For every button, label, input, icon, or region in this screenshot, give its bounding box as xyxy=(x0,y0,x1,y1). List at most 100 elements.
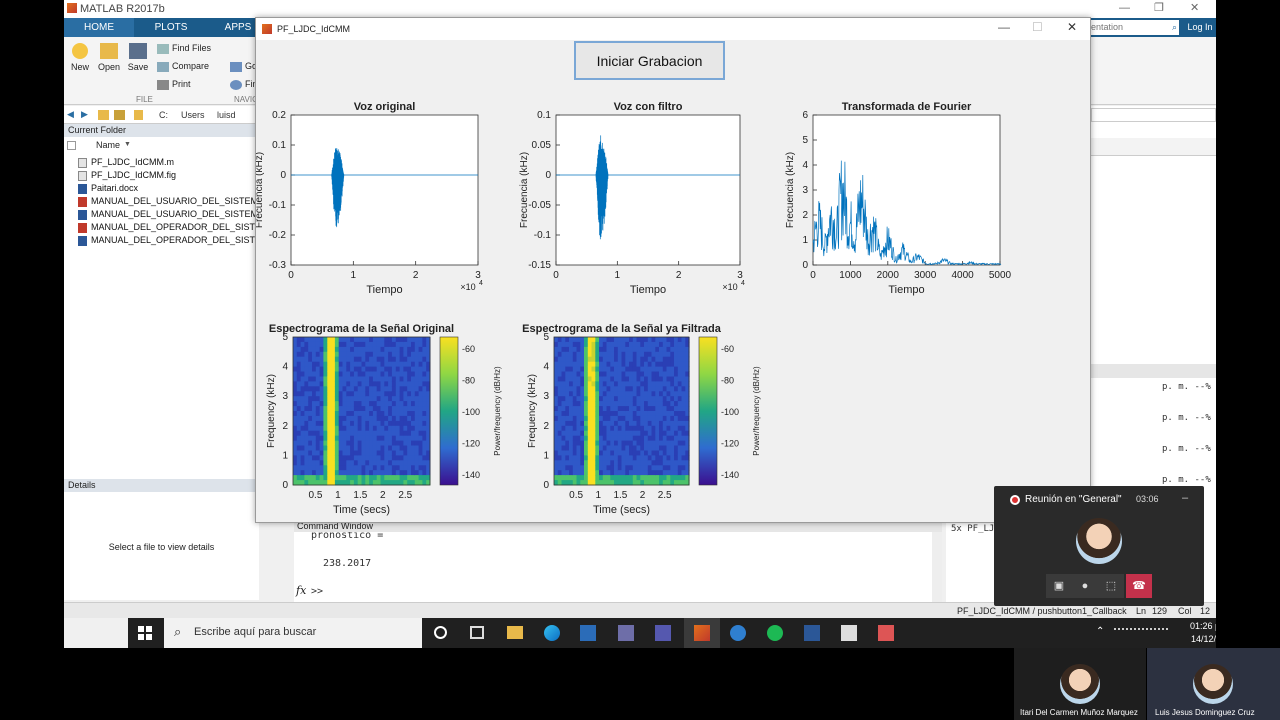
app-icon[interactable] xyxy=(878,625,894,641)
spectrogram-cell xyxy=(399,341,404,348)
command-window[interactable]: pronostico = 238.2017 fx >> xyxy=(294,520,942,602)
cmd-prompt[interactable]: >> xyxy=(311,586,323,597)
find-icon xyxy=(230,79,242,90)
camera-off-button[interactable]: ▣ xyxy=(1046,574,1072,598)
meeting-overlay[interactable]: Reunión en "General" 03:06 – ▣ ● ⬚ ☎ xyxy=(994,486,1204,606)
login-button[interactable]: Log In xyxy=(1184,18,1216,37)
file-item-docx[interactable]: Paitari.docx xyxy=(78,182,138,195)
spectrogram-cell xyxy=(614,445,619,451)
history-entry[interactable]: 5x PF_LJ xyxy=(951,524,994,534)
search-icon[interactable]: ⌕ xyxy=(1172,20,1177,35)
save-button[interactable]: Save xyxy=(127,43,149,72)
spectrogram-cell xyxy=(411,415,416,422)
tray-icons[interactable] xyxy=(1114,628,1168,638)
name-column-header[interactable]: Name xyxy=(96,140,120,150)
search-documentation-input[interactable]: entation ⌕ xyxy=(1089,20,1179,35)
spectrogram-cell xyxy=(414,386,420,392)
tab-plots[interactable]: PLOTS xyxy=(136,18,206,37)
workspace-dropdown-icon[interactable] xyxy=(1091,108,1216,122)
taskbar-time[interactable]: 01:26 p. m. xyxy=(1190,621,1216,631)
file-name: MANUAL_DEL_USUARIO_DEL_SISTEMA.d xyxy=(91,209,272,219)
app-icon[interactable] xyxy=(841,625,857,641)
spectrogram-cell xyxy=(407,470,412,476)
back-arrow-icon[interactable]: ◀ xyxy=(67,109,74,120)
spectrogram-cell xyxy=(315,430,321,437)
tray-chevron-icon[interactable]: ⌃ xyxy=(1096,626,1104,637)
spotify-icon[interactable] xyxy=(767,625,783,641)
browse-icon[interactable] xyxy=(114,110,125,120)
spectrogram-cell xyxy=(350,391,355,397)
edge-icon[interactable] xyxy=(544,625,560,641)
spectrogram-cell xyxy=(554,430,559,437)
spectrogram-cell xyxy=(308,346,313,353)
mic-button[interactable]: ● xyxy=(1072,574,1098,598)
close-icon[interactable]: ✕ xyxy=(1190,1,1199,14)
spectrogram-cell xyxy=(315,450,321,456)
path-users[interactable]: Users xyxy=(181,110,205,120)
app-icon[interactable] xyxy=(618,625,634,641)
tab-home[interactable]: HOME xyxy=(64,18,134,37)
maximize-icon[interactable]: ❐ xyxy=(1154,1,1164,14)
spectrogram-cell xyxy=(644,445,649,451)
spectrogram-cell xyxy=(308,351,313,358)
cortana-icon[interactable] xyxy=(434,626,447,639)
find-files-button[interactable]: Find Files xyxy=(157,41,211,55)
minimize-icon[interactable]: — xyxy=(998,20,1010,34)
close-icon[interactable]: ✕ xyxy=(1067,20,1077,34)
spectrogram-cell xyxy=(327,415,332,422)
select-all-checkbox[interactable] xyxy=(67,141,76,150)
minimize-icon[interactable]: — xyxy=(1119,2,1130,14)
app-icon[interactable] xyxy=(730,625,746,641)
file-item-pdf[interactable]: MANUAL_DEL_OPERADOR_DEL_SISTEMA xyxy=(78,221,275,234)
spectrogram-cell xyxy=(677,425,683,432)
taskbar-date[interactable]: 14/12/2020 xyxy=(1191,634,1216,644)
taskbar-search-box[interactable]: ⌕ Escribe aquí para buscar xyxy=(164,618,422,648)
file-item-m[interactable]: PF_LJDC_IdCMM.m xyxy=(78,156,174,169)
scrollbar[interactable] xyxy=(932,532,942,602)
spectrogram-cell xyxy=(414,391,420,397)
teams-icon[interactable] xyxy=(655,625,671,641)
app-icon[interactable] xyxy=(580,625,596,641)
task-view-icon[interactable] xyxy=(470,626,484,639)
maximize-icon[interactable]: ☐ xyxy=(1032,20,1043,34)
new-button[interactable]: New xyxy=(69,43,91,72)
spectrogram-cell xyxy=(599,435,604,442)
spectrogram-cell xyxy=(293,411,298,417)
spectrogram-cell xyxy=(388,460,393,466)
spectrogram-cell xyxy=(342,386,347,392)
file-item-fig[interactable]: PF_LJDC_IdCMM.fig xyxy=(78,169,176,182)
compare-button[interactable]: Compare xyxy=(157,59,209,73)
windows-start-icon[interactable] xyxy=(138,626,152,640)
figure-window: PF_LJDC_IdCMM — ☐ ✕ Iniciar Grabacion 0.… xyxy=(255,17,1091,523)
forward-arrow-icon[interactable]: ▶ xyxy=(81,109,88,120)
open-button[interactable]: Open xyxy=(98,43,120,72)
spectrogram-cell xyxy=(296,376,302,382)
file-item-doc[interactable]: MANUAL_DEL_OPERADOR_DEL_SISTEMA xyxy=(78,234,275,247)
spectrogram-cell xyxy=(602,440,608,446)
file-item-doc[interactable]: MANUAL_DEL_USUARIO_DEL_SISTEMA.d xyxy=(78,208,272,221)
spectrogram-cell xyxy=(632,337,638,343)
spectrogram-cell xyxy=(599,356,604,363)
spectrogram-cell xyxy=(662,376,668,382)
word-icon[interactable] xyxy=(804,625,820,641)
path-user[interactable]: luisd xyxy=(217,110,236,120)
spectrogram-cell xyxy=(369,376,374,382)
file-item-pdf[interactable]: MANUAL_DEL_USUARIO_DEL_SISTEMA.p xyxy=(78,195,272,208)
spectrogram-cell xyxy=(572,455,578,461)
file-explorer-icon[interactable] xyxy=(507,626,523,639)
spectrogram-cell xyxy=(361,425,366,432)
spectrogram-cell xyxy=(380,465,385,471)
print-button[interactable]: Print xyxy=(157,77,191,91)
spectrogram-cell xyxy=(625,356,630,363)
hang-up-button[interactable]: ☎ xyxy=(1126,574,1152,598)
fx-icon[interactable]: fx xyxy=(296,584,306,597)
address-bar[interactable]: ◀ ▶ C: Users luisd xyxy=(64,106,259,124)
path-drive[interactable]: C: xyxy=(159,110,168,120)
folder-up-icon[interactable] xyxy=(98,110,109,120)
share-screen-button[interactable]: ⬚ xyxy=(1098,574,1124,598)
go-button[interactable]: Go xyxy=(230,59,257,73)
minimize-icon[interactable]: – xyxy=(1182,492,1188,504)
spectrogram-cell xyxy=(319,425,324,432)
spectrogram-cell xyxy=(327,386,332,392)
spectrogram-cell xyxy=(659,430,664,437)
